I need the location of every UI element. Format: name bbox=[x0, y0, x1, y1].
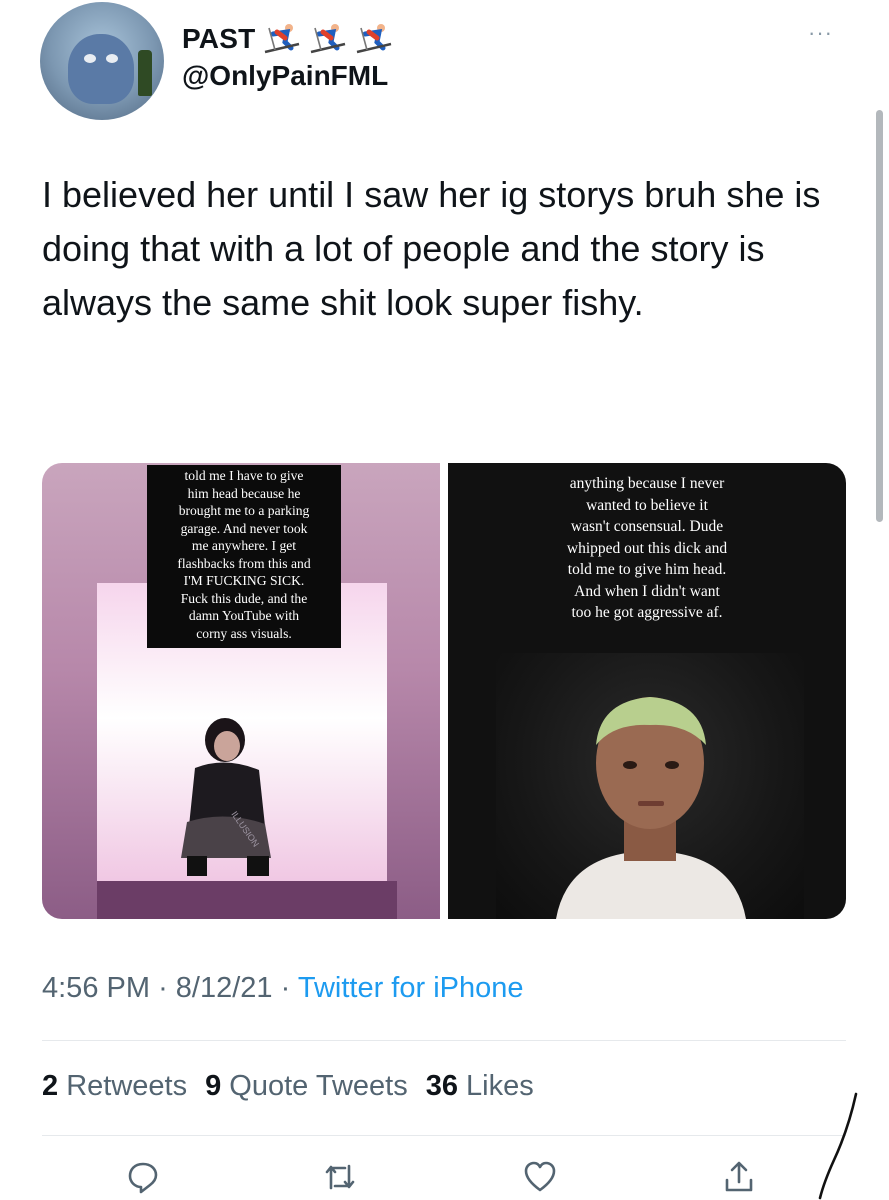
user-handle[interactable]: @OnlyPainFML bbox=[182, 60, 393, 92]
quote-tweets-stat[interactable]: 9 Quote Tweets bbox=[205, 1070, 408, 1103]
story-caption-right: anything because I never wanted to belie… bbox=[566, 475, 728, 621]
portrait-photo bbox=[496, 653, 804, 919]
meta-separator: · bbox=[280, 972, 291, 1004]
likes-stat[interactable]: 36 Likes bbox=[426, 1070, 534, 1103]
tweet-metadata: 4:56 PM · 8/12/21 · Twitter for iPhone bbox=[42, 972, 524, 1005]
skier-icon bbox=[311, 24, 346, 54]
avatar[interactable] bbox=[40, 2, 164, 120]
likes-count: 36 bbox=[425, 1070, 458, 1102]
avatar-eye bbox=[106, 54, 118, 63]
tweet-stats: 2 Retweets 9 Quote Tweets 36 Likes bbox=[42, 1070, 534, 1103]
tweet-time[interactable]: 4:56 PM bbox=[42, 972, 150, 1004]
story-caption-left: told me I have to give him head because … bbox=[147, 465, 341, 648]
divider bbox=[42, 1040, 846, 1041]
tweet-actions bbox=[0, 1160, 889, 1200]
display-name: PAST bbox=[182, 23, 256, 54]
divider bbox=[42, 1135, 846, 1136]
scrollbar[interactable] bbox=[876, 110, 883, 522]
user-block: PAST @OnlyPainFML bbox=[182, 22, 393, 92]
more-options-icon[interactable]: ··· bbox=[808, 20, 833, 46]
avatar-eye bbox=[84, 54, 96, 63]
retweets-count: 2 bbox=[42, 1070, 59, 1102]
like-icon[interactable] bbox=[523, 1160, 557, 1194]
skier-icon bbox=[265, 24, 300, 54]
quotes-count: 9 bbox=[205, 1070, 222, 1102]
retweet-icon[interactable] bbox=[323, 1160, 357, 1194]
share-icon[interactable] bbox=[722, 1160, 756, 1194]
avatar-bottle bbox=[138, 50, 152, 96]
tweet-text: I believed her until I saw her ig storys… bbox=[42, 174, 821, 323]
tweet-source-link[interactable]: Twitter for iPhone bbox=[298, 972, 524, 1004]
floor bbox=[97, 881, 397, 919]
pen-stroke-mark bbox=[818, 1092, 858, 1200]
meta-separator: · bbox=[158, 972, 168, 1004]
reply-icon[interactable] bbox=[126, 1160, 160, 1194]
quotes-label: Quote Tweets bbox=[229, 1070, 408, 1102]
crouching-person: ILLUSION bbox=[181, 718, 271, 876]
avatar-creature bbox=[68, 34, 134, 104]
media-image-left[interactable]: ILLUSION told me I have to give him head… bbox=[42, 463, 440, 919]
skier-icon bbox=[357, 24, 392, 54]
retweets-label: Retweets bbox=[66, 1070, 188, 1102]
portrait-figure bbox=[556, 697, 746, 919]
likes-label: Likes bbox=[466, 1070, 534, 1102]
tweet-screen: PAST @OnlyPainFML ··· I believed her unt… bbox=[0, 0, 889, 1200]
retweets-stat[interactable]: 2 Retweets bbox=[42, 1070, 187, 1103]
tweet-media[interactable]: ILLUSION told me I have to give him head… bbox=[42, 463, 846, 919]
media-image-right[interactable]: anything because I never wanted to belie… bbox=[448, 463, 846, 919]
tweet-date[interactable]: 8/12/21 bbox=[176, 972, 273, 1004]
display-name-row[interactable]: PAST bbox=[182, 22, 393, 56]
